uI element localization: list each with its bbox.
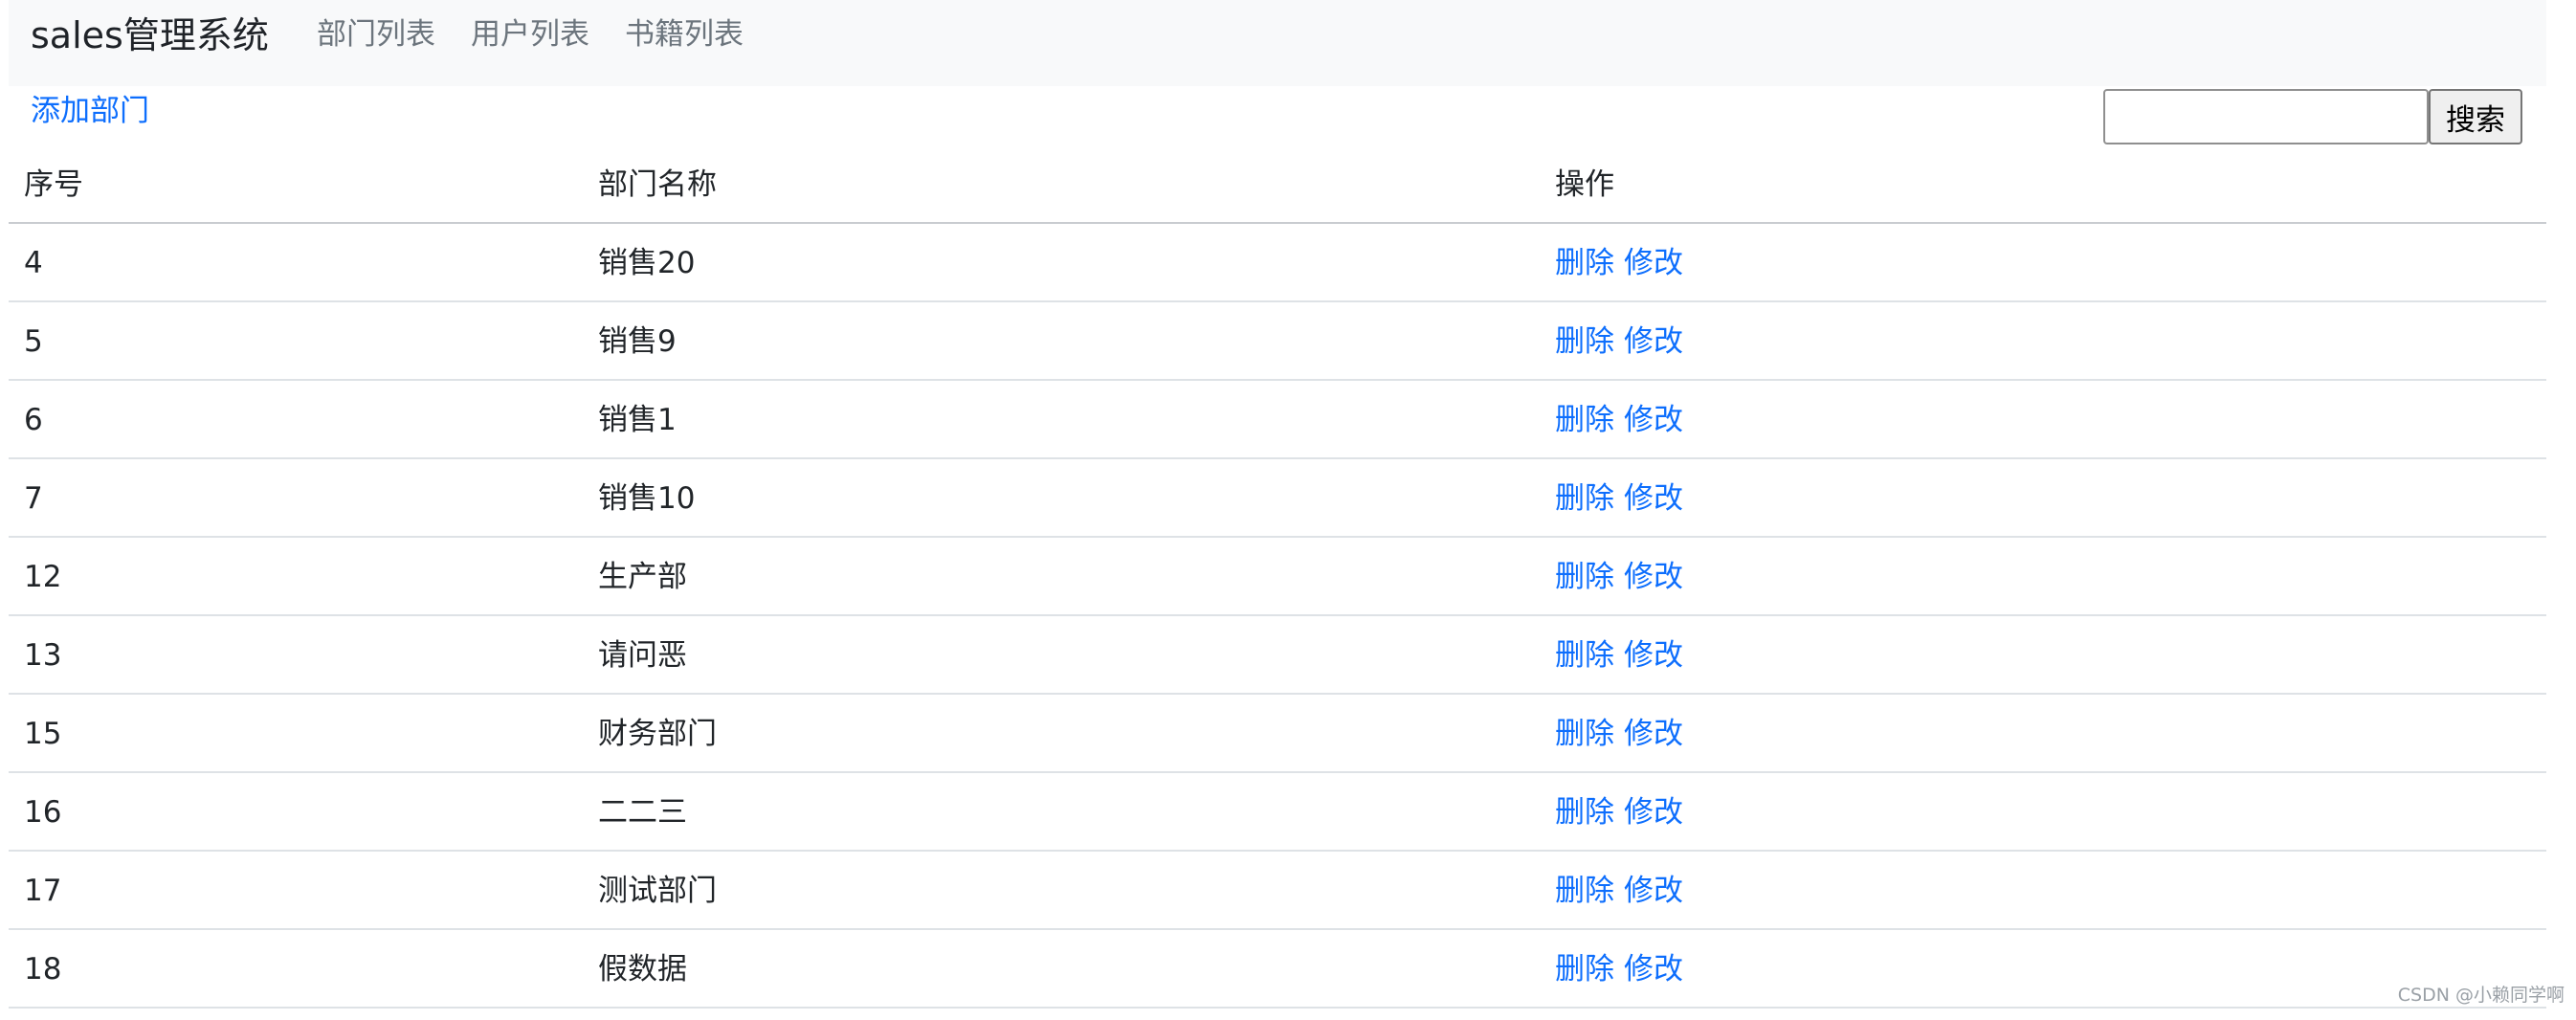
row-actions: 删除 修改 (1555, 930, 1693, 1007)
edit-link[interactable]: 修改 (1624, 403, 1683, 437)
row-actions: 删除 修改 (1555, 695, 1693, 771)
edit-link[interactable]: 修改 (1624, 481, 1683, 516)
header-actions: 操作 (1555, 167, 1614, 202)
row-name: 销售10 (598, 481, 696, 516)
delete-link[interactable]: 删除 (1555, 560, 1614, 594)
add-department-link[interactable]: 添加部门 (31, 90, 149, 132)
row-id: 17 (24, 874, 62, 908)
table-row: 4 销售20 删除 修改 (9, 224, 2546, 302)
row-name: 生产部 (598, 560, 687, 594)
row-actions: 删除 修改 (1555, 773, 1693, 850)
row-actions: 删除 修改 (1555, 459, 1693, 536)
edit-link[interactable]: 修改 (1624, 560, 1683, 594)
table-row: 18 假数据 删除 修改 (9, 930, 2546, 1009)
row-actions: 删除 修改 (1555, 302, 1693, 379)
row-name: 销售20 (598, 246, 696, 280)
edit-link[interactable]: 修改 (1624, 638, 1683, 673)
row-id: 4 (24, 246, 43, 280)
row-actions: 删除 修改 (1555, 224, 1693, 300)
table-row: 15 财务部门 删除 修改 (9, 695, 2546, 773)
delete-link[interactable]: 删除 (1555, 324, 1614, 359)
brand[interactable]: sales管理系统 (31, 11, 269, 59)
table-row: 13 请问恶 删除 修改 (9, 616, 2546, 695)
row-id: 6 (24, 403, 43, 437)
edit-link[interactable]: 修改 (1624, 246, 1683, 280)
row-id: 13 (24, 638, 62, 673)
nav-link-departments[interactable]: 部门列表 (317, 13, 435, 55)
delete-link[interactable]: 删除 (1555, 481, 1614, 516)
row-actions: 删除 修改 (1555, 538, 1693, 614)
delete-link[interactable]: 删除 (1555, 638, 1614, 673)
row-name: 财务部门 (598, 717, 717, 751)
row-id: 16 (24, 795, 62, 830)
row-name: 销售1 (598, 403, 677, 437)
nav-link-users[interactable]: 用户列表 (471, 13, 589, 55)
edit-link[interactable]: 修改 (1624, 952, 1683, 987)
row-id: 12 (24, 560, 62, 594)
delete-link[interactable]: 删除 (1555, 246, 1614, 280)
delete-link[interactable]: 删除 (1555, 717, 1614, 751)
delete-link[interactable]: 删除 (1555, 952, 1614, 987)
row-actions: 删除 修改 (1555, 381, 1693, 457)
table-row: 12 生产部 删除 修改 (9, 538, 2546, 616)
table-row: 7 销售10 删除 修改 (9, 459, 2546, 538)
search-input[interactable] (2103, 89, 2429, 144)
delete-link[interactable]: 删除 (1555, 795, 1614, 830)
row-id: 18 (24, 952, 62, 987)
search-button[interactable]: 搜索 (2429, 89, 2522, 144)
row-actions: 删除 修改 (1555, 616, 1693, 693)
table-row: 16 二二三 删除 修改 (9, 773, 2546, 852)
header-name: 部门名称 (598, 167, 717, 202)
table-header: 序号 部门名称 操作 (9, 145, 2546, 224)
department-table: 序号 部门名称 操作 4 销售20 删除 修改 5 销售9 删除 修改 6 销售1 … (9, 145, 2546, 1009)
row-name: 请问恶 (598, 638, 687, 673)
delete-link[interactable]: 删除 (1555, 403, 1614, 437)
edit-link[interactable]: 修改 (1624, 717, 1683, 751)
edit-link[interactable]: 修改 (1624, 874, 1683, 908)
row-id: 15 (24, 717, 62, 751)
page: sales管理系统 部门列表 用户列表 书籍列表 添加部门 搜索 序号 部门名称… (0, 0, 2576, 1020)
table-row: 17 测试部门 删除 修改 (9, 852, 2546, 930)
row-id: 5 (24, 324, 43, 359)
watermark: CSDN @小赖同学啊 (2397, 985, 2565, 1006)
row-name: 二二三 (598, 795, 687, 830)
row-name: 假数据 (598, 952, 687, 987)
edit-link[interactable]: 修改 (1624, 795, 1683, 830)
row-id: 7 (24, 481, 43, 516)
row-name: 测试部门 (598, 874, 717, 908)
row-actions: 删除 修改 (1555, 852, 1693, 928)
table-row: 6 销售1 删除 修改 (9, 381, 2546, 459)
edit-link[interactable]: 修改 (1624, 324, 1683, 359)
nav-link-books[interactable]: 书籍列表 (625, 13, 744, 55)
delete-link[interactable]: 删除 (1555, 874, 1614, 908)
table-row: 5 销售9 删除 修改 (9, 302, 2546, 381)
row-name: 销售9 (598, 324, 677, 359)
header-id: 序号 (24, 167, 83, 202)
navbar: sales管理系统 部门列表 用户列表 书籍列表 (9, 0, 2546, 86)
